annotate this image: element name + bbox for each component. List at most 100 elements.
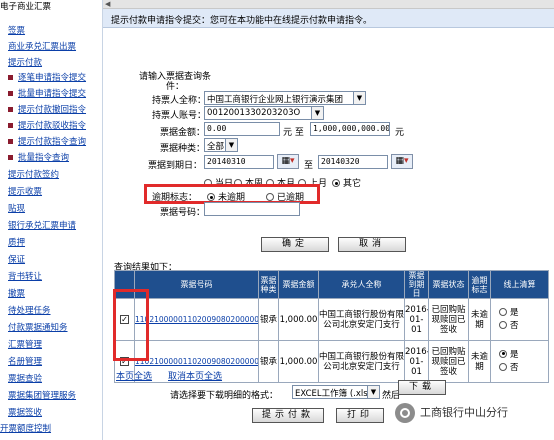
column-header: 票据到期日 xyxy=(404,270,429,299)
download-format-label: 请选择要下载明细的格式： xyxy=(170,391,279,401)
column-header: 线上清算 xyxy=(490,270,549,299)
sidebar-item-commercial-issue[interactable]: 商业承兑汇票出票 xyxy=(8,42,76,53)
amount-from-input[interactable]: 0.00 xyxy=(204,122,280,136)
download-button[interactable]: 下载 xyxy=(398,380,446,395)
chevron-down-icon: ▼ xyxy=(353,92,365,104)
holder-name-select[interactable]: 中国工商银行企业网上银行演示集团 ▼ xyxy=(204,91,366,105)
amount-label: 票据金额： xyxy=(160,128,206,138)
amount-to-input[interactable]: 1,000,000,000.00 xyxy=(310,122,390,136)
holder-name-label: 持票人全称： xyxy=(152,96,207,106)
calendar-icon[interactable]: ▦▾ xyxy=(277,154,299,169)
amount-unit-to: 元 至 xyxy=(283,128,304,138)
sidebar-item-guarantee[interactable]: 保证 xyxy=(8,255,25,266)
sidebar-item-verify[interactable]: 票据查验 xyxy=(8,374,42,385)
chevron-down-icon: ▼ xyxy=(367,386,379,398)
sidebar-item-single-submit[interactable]: 逐笔申请指令提交 xyxy=(8,73,86,84)
bullet-icon xyxy=(8,155,13,160)
sidebar-item-discount[interactable]: 贴现 xyxy=(8,204,25,215)
sidebar-item-group-service[interactable]: 票据集团管理服务 xyxy=(8,391,76,402)
sidebar-item-pledge[interactable]: 质押 xyxy=(8,238,25,249)
sidebar-item-sign-contract[interactable]: 提示付款签约 xyxy=(8,170,59,181)
results-table: 票据号码 票据种类 票据金额 承兑人全称 票据到期日 票据状态 逾期标志 线上清… xyxy=(114,270,549,383)
bullet-icon xyxy=(8,107,13,112)
online-clearing-no[interactable]: 否 xyxy=(492,320,548,333)
bill-type-select[interactable]: 全部 ▼ xyxy=(204,138,238,152)
due-date-to-label: 至 xyxy=(304,161,314,171)
sidebar-item-withdraw[interactable]: 提示付款撤回指令 xyxy=(8,105,86,116)
calendar-icon[interactable]: ▦▾ xyxy=(391,154,413,169)
wechat-logo-icon xyxy=(395,403,415,423)
print-button[interactable]: 打印 xyxy=(336,408,384,423)
cell-online-clearing: 是 否 xyxy=(490,340,549,383)
holder-account-label: 持票人账号： xyxy=(152,111,207,121)
submit-payment-button[interactable]: 提示付款 xyxy=(252,408,324,423)
cell-due-date: 2016-01-01 xyxy=(404,298,429,341)
bullet-icon xyxy=(8,75,13,80)
select-page-link[interactable]: 本页全选 xyxy=(116,369,152,382)
sidebar-item-sign[interactable]: 签票 xyxy=(8,26,25,37)
sidebar-item-query[interactable]: 提示付款指令查询 xyxy=(8,137,86,148)
cell-status: 已回购贴现赎回已签收 xyxy=(428,298,469,341)
column-header: 票据种类 xyxy=(258,270,279,299)
cell-due-date: 2016-01-01 xyxy=(404,340,429,383)
download-format-select[interactable]: EXCEL工作簿 (.xls) ▼ xyxy=(292,385,380,399)
page-title: 提示付款申请指令提交：您可在本功能中在线提示付款申请指令。 xyxy=(103,9,554,28)
bill-number-link[interactable]: 1102100000110200908020000077… xyxy=(136,357,258,366)
unselect-page-link[interactable]: 取消本页全选 xyxy=(168,369,222,382)
table-row: ✓ 1102100000110200908020000077… 银承 1,000… xyxy=(114,298,549,341)
sidebar-item-batch-submit[interactable]: 批量申请指令提交 xyxy=(8,89,86,100)
sidebar-item-payment-prompt[interactable]: 提示付款 xyxy=(8,58,42,69)
cell-acceptor: 中国工商银行股份有限公司北京安定门支行 xyxy=(318,298,405,341)
scroll-left-icon[interactable]: ◀ xyxy=(105,0,110,8)
due-date-from-input[interactable]: 20140310 xyxy=(204,155,274,169)
sidebar-item-roster[interactable]: 名册管理 xyxy=(8,357,42,368)
sidebar-item-payment-notice[interactable]: 付款票据通知务 xyxy=(8,323,68,334)
sidebar-item-bank-acceptance[interactable]: 银行承兑汇票申请 xyxy=(8,221,76,232)
sidebar-item-sign-receive[interactable]: 票据签收 xyxy=(8,408,42,419)
online-clearing-yes[interactable]: 是 xyxy=(492,349,548,362)
radio-icon[interactable] xyxy=(332,179,340,187)
sidebar-item-cancel[interactable]: 撤票 xyxy=(8,289,25,300)
chevron-down-icon: ▼ xyxy=(311,107,323,119)
cell-type: 银承 xyxy=(258,340,279,383)
bill-no-label: 票据号码： xyxy=(160,208,206,218)
bill-type-label: 票据种类： xyxy=(160,144,206,154)
cell-amount: 1,000.00 xyxy=(278,298,319,341)
sidebar-item-quota[interactable]: 开票额度控制 xyxy=(0,424,51,435)
holder-account-select[interactable]: 0012001330203203O ▼ xyxy=(204,106,324,120)
column-header: 票据金额 xyxy=(278,270,319,299)
cell-type: 银承 xyxy=(258,298,279,341)
sidebar-item-endorse[interactable]: 背书转让 xyxy=(8,272,42,283)
cell-overdue: 未逾期 xyxy=(468,298,491,341)
condition-label: 请输入票据查询条件： xyxy=(138,72,211,92)
bullet-icon xyxy=(8,123,13,128)
sidebar-item-bill-manage[interactable]: 汇票管理 xyxy=(8,340,42,351)
sidebar-section-ecds[interactable]: 电子商业汇票 xyxy=(0,2,51,13)
radio-icon[interactable] xyxy=(499,307,507,316)
online-clearing-no[interactable]: 否 xyxy=(492,362,548,375)
sidebar-item-pending-tasks[interactable]: 待处理任务 xyxy=(8,306,51,317)
radio-icon[interactable] xyxy=(499,362,507,371)
cancel-button[interactable]: 取消 xyxy=(338,237,406,252)
sidebar-item-batch-query[interactable]: 批量指令查询 xyxy=(8,153,69,164)
bill-no-input[interactable] xyxy=(204,202,300,216)
chevron-down-icon: ▼ xyxy=(225,139,237,151)
online-clearing-yes[interactable]: 是 xyxy=(492,307,548,320)
sidebar-item-receive[interactable]: 提示收票 xyxy=(8,187,42,198)
horizontal-scrollbar[interactable]: ◀ xyxy=(103,0,554,9)
table-header-row: 票据号码 票据种类 票据金额 承兑人全称 票据到期日 票据状态 逾期标志 线上清… xyxy=(114,270,549,299)
watermark: 工商银行中山分行 xyxy=(395,403,508,425)
bill-number-link[interactable]: 1102100000110200908020000077… xyxy=(136,315,258,324)
radio-icon[interactable] xyxy=(499,349,507,358)
radio-icon[interactable] xyxy=(499,320,507,329)
column-header: 票据状态 xyxy=(428,270,469,299)
amount-unit: 元 xyxy=(395,128,405,138)
bullet-icon xyxy=(8,91,13,96)
due-date-to-input[interactable]: 20140320 xyxy=(318,155,388,169)
bullet-icon xyxy=(8,139,13,144)
highlight-box xyxy=(144,184,320,204)
sidebar-item-reject[interactable]: 提示付款驳收指令 xyxy=(8,121,86,132)
quick-date-other[interactable]: 其它 xyxy=(332,176,361,189)
confirm-button[interactable]: 确定 xyxy=(261,237,329,252)
column-header: 逾期标志 xyxy=(468,270,491,299)
